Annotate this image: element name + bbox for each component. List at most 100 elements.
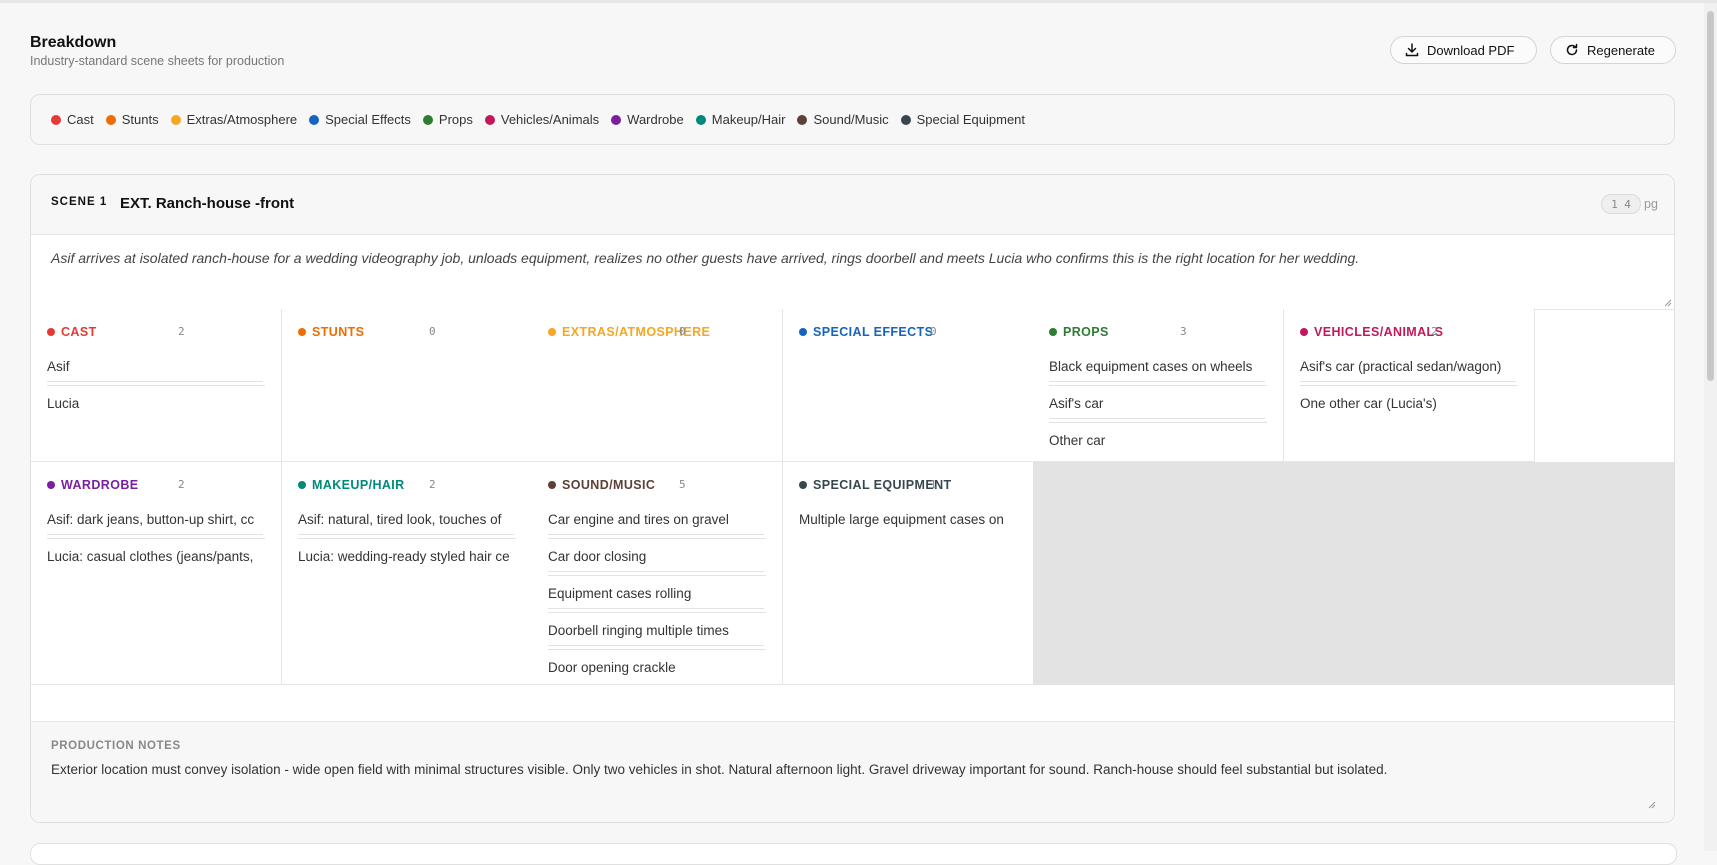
legend-item: Cast bbox=[51, 112, 94, 127]
download-pdf-button[interactable]: Download PDF bbox=[1390, 36, 1537, 64]
production-notes-label: PRODUCTION NOTES bbox=[51, 740, 181, 752]
legend-item: Special Effects bbox=[309, 112, 411, 127]
breakdown-item[interactable]: Multiple large equipment cases on bbox=[799, 510, 1017, 547]
category-label: STUNTS bbox=[312, 325, 365, 339]
breakdown-item[interactable]: Asif: dark jeans, button-up shirt, cc bbox=[47, 510, 265, 547]
legend-item: Wardrobe bbox=[611, 112, 684, 127]
category-cell: PROPS 3 Black equipment cases on wheels Asi… bbox=[1033, 309, 1284, 462]
item-divider bbox=[548, 612, 766, 613]
category-dot-icon bbox=[298, 481, 306, 489]
breakdown-item[interactable]: Asif's car (practical sedan/wagon) bbox=[1300, 357, 1518, 394]
category-count: 5 bbox=[679, 478, 686, 491]
category-items: Multiple large equipment cases on bbox=[799, 510, 1017, 547]
next-scene-card bbox=[30, 843, 1677, 865]
legend-dot-icon bbox=[611, 114, 622, 125]
legend-item: Vehicles/Animals bbox=[484, 112, 599, 127]
breakdown-item-text: Doorbell ringing multiple times bbox=[548, 623, 729, 638]
category-count: 3 bbox=[1180, 325, 1187, 338]
breakdown-item-text: Car door closing bbox=[548, 549, 647, 564]
category-dot-icon bbox=[1300, 328, 1308, 336]
legend-label: Special Equipment bbox=[916, 112, 1026, 127]
breakdown-item[interactable]: Doorbell ringing multiple times bbox=[548, 621, 766, 658]
category-header: SPECIAL EFFECTS bbox=[799, 325, 933, 339]
category-cell: SPECIAL EFFECTS 0 bbox=[783, 309, 1034, 462]
item-divider bbox=[1300, 381, 1516, 382]
category-header: MAKEUP/HAIR bbox=[298, 478, 405, 492]
item-divider bbox=[1049, 418, 1265, 419]
breakdown-item-text: Lucia: wedding-ready styled hair cе bbox=[298, 549, 510, 564]
item-divider bbox=[1049, 381, 1265, 382]
item-divider bbox=[47, 534, 263, 535]
category-items: Asif: natural, tired look, touches of Luc… bbox=[298, 510, 516, 584]
item-divider bbox=[47, 385, 265, 386]
scrollbar-thumb[interactable] bbox=[1707, 11, 1714, 381]
legend-dot-icon bbox=[900, 114, 911, 125]
scene-location: EXT. Ranch-house -front bbox=[120, 195, 295, 212]
category-cell: STUNTS 0 bbox=[282, 309, 533, 462]
category-header: PROPS bbox=[1049, 325, 1109, 339]
category-count: 1 bbox=[930, 478, 937, 491]
page-unit-label: pg bbox=[1644, 197, 1658, 211]
breakdown-item[interactable]: Black equipment cases on wheels bbox=[1049, 357, 1267, 394]
category-label: EXTRAS/ATMOSPHERE bbox=[562, 325, 711, 339]
breakdown-item[interactable]: Car door closing bbox=[548, 547, 766, 584]
breakdown-item-text: Car engine and tires on gravel bbox=[548, 512, 729, 527]
breakdown-item[interactable]: Door opening crackle bbox=[548, 658, 766, 695]
breakdown-item-text: Asif's car (practical sedan/wagon) bbox=[1300, 359, 1502, 374]
breakdown-item[interactable]: One other car (Lucia's) bbox=[1300, 394, 1518, 431]
legend-dot-icon bbox=[105, 114, 116, 125]
category-dot-icon bbox=[799, 481, 807, 489]
breakdown-item-text: Asif bbox=[47, 359, 70, 374]
breakdown-item[interactable]: Lucia: wedding-ready styled hair cе bbox=[298, 547, 516, 584]
breakdown-item[interactable]: Equipment cases rolling bbox=[548, 584, 766, 621]
item-divider bbox=[548, 538, 766, 539]
production-notes[interactable]: PRODUCTION NOTES Exterior location must … bbox=[31, 721, 1674, 822]
download-pdf-label: Download PDF bbox=[1427, 42, 1515, 58]
category-label: SPECIAL EFFECTS bbox=[813, 325, 934, 339]
legend-dot-icon bbox=[170, 114, 181, 125]
empty-grid-area bbox=[1033, 462, 1674, 685]
breakdown-item[interactable]: Lucia: casual clothes (jeans/pants, bbox=[47, 547, 265, 584]
download-icon bbox=[1405, 43, 1419, 57]
category-label: VEHICLES/ANIMALS bbox=[1314, 325, 1444, 339]
resize-handle-icon[interactable] bbox=[1664, 299, 1672, 307]
category-header: SPECIAL EQUIPMENT bbox=[799, 478, 952, 492]
category-count: 2 bbox=[178, 478, 185, 491]
page-subtitle: Industry-standard scene sheets for produ… bbox=[30, 54, 285, 68]
category-dot-icon bbox=[799, 328, 807, 336]
legend-label: Makeup/Hair bbox=[711, 112, 786, 127]
breakdown-item-text: Equipment cases rolling bbox=[548, 586, 692, 601]
legend-dot-icon bbox=[484, 114, 495, 125]
item-divider bbox=[548, 575, 766, 576]
page-scrollbar[interactable] bbox=[1704, 3, 1717, 851]
item-divider bbox=[47, 538, 265, 539]
item-divider bbox=[548, 645, 764, 646]
category-header: EXTRAS/ATMOSPHERE bbox=[548, 325, 710, 339]
breakdown-item-text: Lucia: casual clothes (jeans/pants, bbox=[47, 549, 254, 564]
category-cell: SPECIAL EQUIPMENT 1 Multiple large equipme… bbox=[783, 462, 1034, 685]
item-divider bbox=[548, 571, 764, 572]
category-count: 0 bbox=[429, 325, 436, 338]
synopsis-text: Asif arrives at isolated ranch-house for… bbox=[51, 250, 1360, 266]
item-divider bbox=[548, 534, 764, 535]
breakdown-item[interactable]: Car engine and tires on gravel bbox=[548, 510, 766, 547]
breakdown-item[interactable]: Asif's car bbox=[1049, 394, 1267, 431]
regenerate-button[interactable]: Regenerate bbox=[1550, 36, 1676, 64]
breakdown-item[interactable]: Asif: natural, tired look, touches of bbox=[298, 510, 516, 547]
resize-handle-icon[interactable] bbox=[1648, 801, 1656, 809]
legend-item: Special Equipment bbox=[900, 112, 1026, 127]
breakdown-item[interactable]: Lucia bbox=[47, 394, 265, 431]
page-count-field[interactable]: 1 4 bbox=[1601, 194, 1641, 214]
category-count: 2 bbox=[1431, 325, 1438, 338]
breakdown-item-text: Multiple large equipment cases on bbox=[799, 512, 1004, 527]
breakdown-item[interactable]: Asif bbox=[47, 357, 265, 394]
breakdown-item-text: Asif's car bbox=[1049, 396, 1104, 411]
breakdown-item-text: Lucia bbox=[47, 396, 80, 411]
category-cell: SOUND/MUSIC 5 Car engine and tires on grav… bbox=[532, 462, 783, 685]
legend-label: Props bbox=[438, 112, 473, 127]
category-cell: WARDROBE 2 Asif: dark jeans, button-up shi… bbox=[31, 462, 282, 685]
category-items: Asif Lucia bbox=[47, 357, 265, 431]
category-count: 0 bbox=[930, 325, 937, 338]
category-cell: EXTRAS/ATMOSPHERE 0 bbox=[532, 309, 783, 462]
synopsis-field[interactable]: Asif arrives at isolated ranch-house for… bbox=[31, 234, 1674, 310]
